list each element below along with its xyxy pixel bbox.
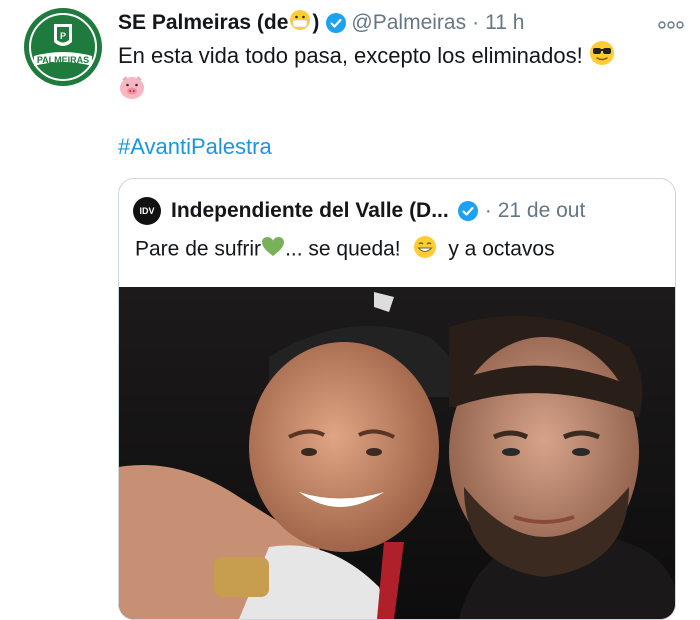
quoted-tweet-date[interactable]: 21 de out [498, 199, 586, 223]
sunglasses-face-icon [589, 40, 615, 74]
separator-dot: · [472, 11, 480, 34]
verified-badge-icon [457, 199, 479, 223]
author-handle[interactable]: @Palmeiras [351, 11, 466, 35]
grinning-face-icon [413, 235, 437, 265]
quoted-text-part3: y a octavos [448, 237, 555, 261]
face-with-mask-icon [289, 9, 311, 37]
tweet-text-content: En esta vida todo pasa, excepto los elim… [118, 42, 583, 68]
author-name[interactable]: SE Palmeiras (de [118, 11, 288, 35]
tweet-time[interactable]: 11 h [485, 11, 524, 35]
quoted-avatar[interactable]: IDV [133, 197, 161, 225]
verified-badge-icon [325, 11, 347, 35]
quoted-tweet-header: IDV Independiente del Valle (D... · 21 d… [133, 195, 663, 227]
author-name-suffix: ) [312, 11, 320, 34]
quoted-tweet-photo[interactable] [119, 287, 675, 619]
quoted-avatar-text: IDV [139, 206, 155, 216]
avatar[interactable]: P PALMEIRAS [24, 8, 102, 86]
pig-face-icon [118, 74, 146, 108]
quoted-tweet-card[interactable]: IDV Independiente del Valle (D... · 21 d… [118, 178, 676, 620]
quoted-tweet-text: Pare de sufrir ... se queda! y a octavos [135, 235, 555, 265]
tweet-header: SE Palmeiras (de ) @Palmeiras · 11 h [118, 8, 684, 38]
quoted-text-part1: Pare de sufrir [135, 237, 262, 261]
svg-text:P: P [60, 31, 66, 41]
hashtag-link[interactable]: #AvantiPalestra [118, 134, 272, 160]
palmeiras-logo-icon: P PALMEIRAS [25, 9, 101, 85]
tweet-text: En esta vida todo pasa, excepto los elim… [118, 40, 678, 108]
quoted-author-name[interactable]: Independiente del Valle (D... [171, 199, 449, 223]
more-options-icon[interactable] [658, 14, 684, 38]
svg-text:PALMEIRAS: PALMEIRAS [37, 55, 89, 65]
quoted-text-part2: ... se queda! [285, 237, 401, 261]
green-heart-icon [261, 236, 285, 264]
separator-dot: · [484, 199, 492, 222]
